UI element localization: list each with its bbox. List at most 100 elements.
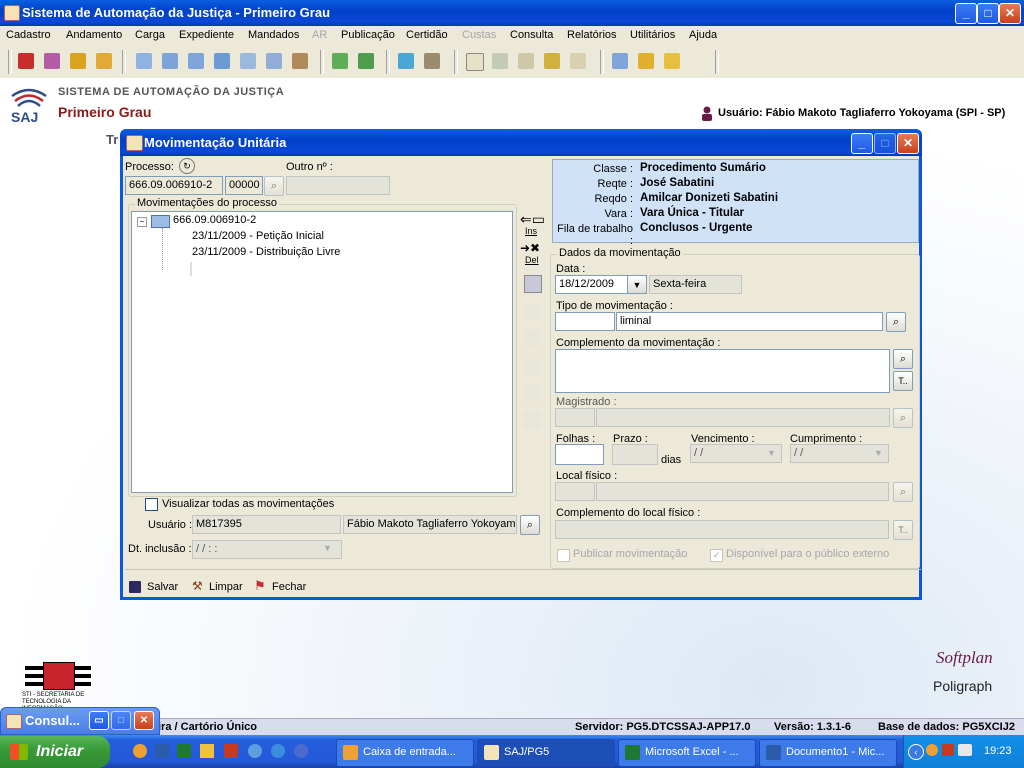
text-icon[interactable] [570,53,586,69]
salvar-button[interactable]: Salvar [147,581,178,593]
document-search-icon[interactable] [188,53,204,69]
fechar-button[interactable]: Fechar [272,581,306,593]
access-quick-icon[interactable] [224,744,238,758]
minimized-window[interactable]: Consul... ▭ □ ✕ [0,707,160,735]
settings-quick-icon[interactable] [248,744,262,758]
usuario-search-button[interactable]: ⌕ [520,515,540,535]
processo-number-field[interactable]: 666.09.006910-2 [125,176,223,195]
folhas-field[interactable] [555,444,604,465]
folder-down-icon[interactable] [638,53,654,69]
usuario-name-field: Fábio Makoto Tagliaferro Yokoyama [343,515,517,534]
broom-icon[interactable]: ⚒ [192,580,204,593]
tray-app-icon[interactable] [942,744,954,756]
start-button[interactable]: Iniciar [0,736,110,768]
flag-close-icon[interactable]: ⚑ [254,579,266,593]
forward-doc-icon[interactable] [358,53,374,69]
text-template-button[interactable]: T.. [893,371,913,391]
tipo-field[interactable]: liminal [616,312,883,331]
people-icon[interactable] [424,53,440,69]
menu-ajuda[interactable]: Ajuda [689,29,717,41]
ins-label[interactable]: Ins [525,226,537,236]
ie-quick-icon[interactable] [271,744,285,758]
dialog-minimize-button[interactable]: _ [851,133,873,154]
doc-search-icon [524,412,540,428]
folder-up-icon[interactable] [664,53,680,69]
limpar-button[interactable]: Limpar [209,581,243,593]
magnify-icon[interactable] [612,53,628,69]
arrow-doc-icon[interactable] [332,53,348,69]
data-dropdown-icon[interactable]: ▼ [627,275,647,294]
cumprimento-dropdown-icon: ▼ [874,448,883,458]
copy-icon[interactable] [524,275,542,293]
visualizar-checkbox[interactable] [145,498,158,511]
menu-expediente[interactable]: Expediente [179,29,234,41]
tree-item[interactable]: 23/11/2009 - Petição Inicial [192,230,324,242]
doc-find-icon[interactable] [544,53,560,69]
processo-suffix-field[interactable]: 00000 [225,176,263,195]
complemento-local-label: Complemento do local físico : [556,507,701,519]
doc-view-icon[interactable] [518,53,534,69]
menu-andamento[interactable]: Andamento [66,29,122,41]
document-green-icon [524,385,540,401]
minimized-restore-button[interactable]: ▭ [89,711,109,730]
tree-root[interactable]: 666.09.006910-2 [173,214,256,226]
del-label[interactable]: Del [525,255,539,265]
dialog-close-button[interactable]: ✕ [897,133,919,154]
task-outlook[interactable]: Caixa de entrada... [336,739,474,767]
vencimento-dropdown-icon: ▼ [767,448,776,458]
menu-certidao[interactable]: Certidão [406,29,448,41]
task-word[interactable]: Documento1 - Mic... [759,739,897,767]
search-list-icon[interactable] [266,53,282,69]
movimentacoes-tree[interactable]: − 666.09.006910-2 23/11/2009 - Petição I… [131,211,513,493]
table-icon[interactable] [292,53,308,69]
refresh-icon[interactable]: ↻ [179,158,195,174]
task-excel[interactable]: Microsoft Excel - ... [618,739,756,767]
pins-icon[interactable] [70,53,86,69]
menu-carga[interactable]: Carga [135,29,165,41]
fechar-label: Fechar [272,581,307,593]
menu-utilitarios[interactable]: Utilitários [630,29,675,41]
movimentacao-dialog: Processo: ↻ 666.09.006910-2 00000 ⌕ Outr… [120,156,922,600]
tray-arrow-icon[interactable]: ‹ [908,744,924,760]
folder-quick-icon[interactable] [200,744,214,758]
pin-icon[interactable] [44,53,60,69]
task-saj[interactable]: SAJ/PG5 [477,739,615,767]
tray-network-icon[interactable] [958,744,972,756]
tray-clock-icon[interactable] [926,744,938,756]
menu-publicacao[interactable]: Publicação [341,29,395,41]
close-button[interactable]: ✕ [999,3,1021,24]
eraser-icon[interactable] [398,53,414,69]
restore-button[interactable]: □ [977,3,999,24]
tree-item[interactable]: 23/11/2009 - Distribuição Livre [192,246,340,258]
zoom-icon[interactable] [214,53,230,69]
page-icon[interactable] [466,53,484,71]
menu-cadastro[interactable]: Cadastro [6,29,51,41]
excel-quick-icon[interactable] [177,744,191,758]
delete-icon[interactable]: ➜✖ [520,242,542,256]
tipo-code-field[interactable] [555,312,615,331]
insert-icon[interactable]: ⇐▭ [520,212,545,227]
windows-logo-icon [10,744,28,760]
outlook-quick-icon[interactable] [133,744,147,758]
word-quick-icon[interactable] [155,744,169,758]
toolbar [0,46,1024,79]
document-add-icon[interactable] [162,53,178,69]
menu-consulta[interactable]: Consulta [510,29,553,41]
puzzle-icon[interactable] [96,53,112,69]
complemento-field[interactable] [555,349,890,393]
minimize-button[interactable]: _ [955,3,977,24]
menu-mandados[interactable]: Mandados [248,29,299,41]
print-icon [524,359,540,375]
data-label: Data : [556,263,586,275]
tree-collapse-icon[interactable]: − [137,217,147,227]
complemento-search-button[interactable]: ⌕ [893,349,913,369]
find-icon[interactable] [240,53,256,69]
reqdo-value: Amilcar Donizeti Sabatini [640,192,779,204]
document-icon[interactable] [136,53,152,69]
tipo-search-button[interactable]: ⌕ [886,312,906,332]
media-quick-icon[interactable] [294,744,308,758]
menu-relatorios[interactable]: Relatórios [567,29,617,41]
minimized-close-button[interactable]: ✕ [134,711,154,730]
flag-icon[interactable] [18,53,34,69]
save-icon[interactable] [129,581,141,593]
